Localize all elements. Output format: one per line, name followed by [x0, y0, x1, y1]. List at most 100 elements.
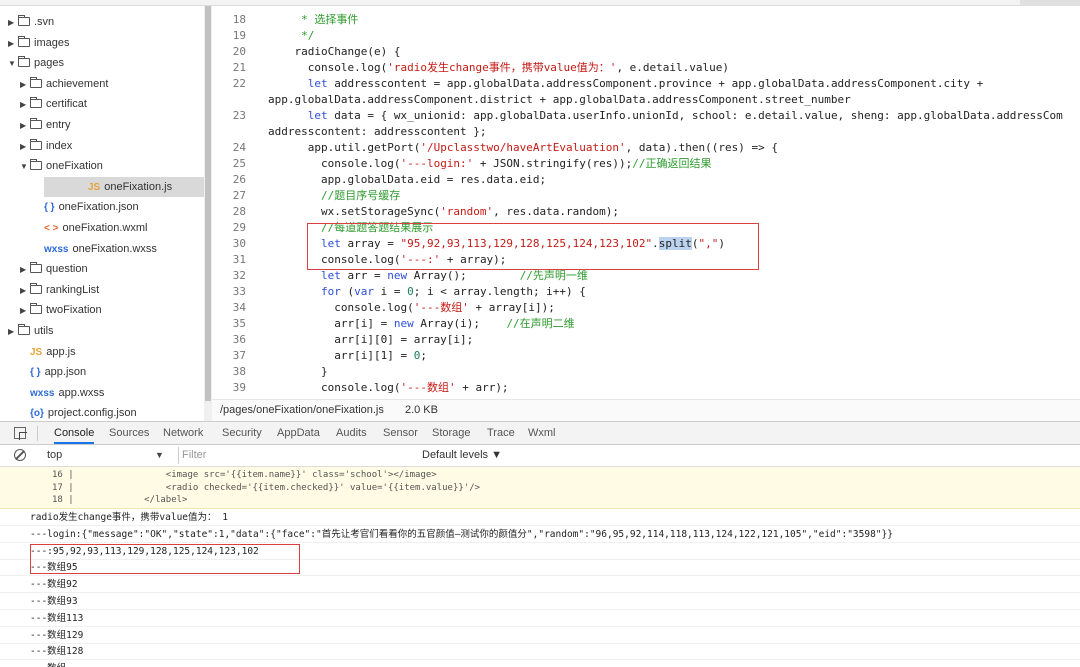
chevron-down-icon[interactable]: ▼: [20, 157, 30, 177]
tree-item-onefixation-js[interactable]: JS oneFixation.js: [44, 176, 204, 197]
tree-item-onefixation[interactable]: ▼ oneFixation: [20, 156, 103, 176]
file-tree-scrollbar[interactable]: [204, 6, 212, 421]
js-file-icon: JS: [88, 181, 101, 193]
line-number: 34: [232, 301, 246, 314]
tree-item-achievement[interactable]: ▶ achievement: [20, 74, 108, 94]
tree-item-app-js[interactable]: JS app.js: [30, 342, 76, 362]
wxss-file-icon: wxss: [30, 387, 55, 399]
code-editor[interactable]: 18 19 20 21 22 23 24 25 26 27 28 29 30 31 32 33 34 35 36 37…: [212, 6, 1080, 399]
code-line[interactable]: */: [268, 28, 314, 44]
code-line[interactable]: //题目序号缓存: [268, 188, 400, 204]
tree-item-label: oneFixation.wxss: [72, 242, 157, 255]
tree-item-certificat[interactable]: ▶ certificat: [20, 94, 87, 114]
code-line[interactable]: arr[i][1] = 0;: [268, 348, 427, 364]
tree-item-rankinglist[interactable]: ▶ rankingList: [20, 280, 99, 300]
tab-audits[interactable]: Audits: [336, 422, 367, 444]
tab-console[interactable]: Console: [54, 422, 95, 444]
tree-item-label: oneFixation.js: [104, 180, 173, 193]
tab-sources[interactable]: Sources: [109, 422, 149, 444]
code-line[interactable]: let data = { wx_unionid: app.globalData.…: [268, 108, 1063, 124]
log-levels-dropdown[interactable]: Default levels ▼: [422, 445, 502, 466]
tree-item-utils[interactable]: ▶ utils: [8, 321, 54, 341]
code-line[interactable]: console.log('---数组' + arr);: [268, 380, 509, 396]
chevron-right-icon[interactable]: ▶: [20, 260, 30, 280]
tree-item-onefixation-wxml[interactable]: < > oneFixation.wxml: [44, 218, 147, 238]
line-number: 28: [232, 205, 246, 218]
code-line[interactable]: }: [268, 364, 328, 380]
code-line[interactable]: arr[i][0] = array[i];: [268, 332, 473, 348]
tree-item-entry[interactable]: ▶ entry: [20, 115, 70, 135]
context-selector[interactable]: top: [47, 445, 62, 466]
tree-item-app-json[interactable]: { } app.json: [30, 362, 86, 382]
tree-item-index[interactable]: ▶ index: [20, 136, 72, 156]
code-line[interactable]: let addresscontent = app.globalData.addr…: [268, 76, 984, 92]
tab-appdata[interactable]: AppData: [277, 422, 320, 444]
source-snippet-line: 18 | </label>: [52, 495, 188, 505]
chevron-right-icon[interactable]: ▶: [20, 95, 30, 115]
code-line[interactable]: app.util.getPort('/Upclasstwo/haveArtEva…: [268, 140, 778, 156]
chevron-right-icon[interactable]: ▶: [8, 34, 18, 54]
tree-item-pages[interactable]: ▼ pages: [8, 53, 64, 73]
tree-item--svn[interactable]: ▶ .svn: [8, 12, 54, 32]
chevron-right-icon[interactable]: ▶: [20, 137, 30, 157]
line-number: 38: [232, 365, 246, 378]
tab-network[interactable]: Network: [163, 422, 203, 444]
console-message-row: [0, 643, 1080, 661]
code-line[interactable]: addresscontent: addresscontent };: [268, 124, 487, 140]
line-number: 23: [232, 109, 246, 122]
tree-item-question[interactable]: ▶ question: [20, 259, 88, 279]
code-line[interactable]: let arr = new Array(); //先声明一维: [268, 268, 588, 284]
console-message: ---数组129: [30, 629, 84, 641]
tree-item-twofixation[interactable]: ▶ twoFixation: [20, 300, 102, 320]
tab-wxml[interactable]: Wxml: [528, 422, 556, 444]
tab-storage[interactable]: Storage: [432, 422, 471, 444]
chevron-right-icon[interactable]: ▶: [20, 116, 30, 136]
code-line[interactable]: console.log('---login:' + JSON.stringify…: [268, 156, 712, 172]
code-line[interactable]: console.log('---数组' + array[i]);: [268, 300, 555, 316]
console-message-row: [0, 660, 1080, 667]
chevron-right-icon[interactable]: ▶: [20, 75, 30, 95]
code-line[interactable]: app.globalData.addressComponent.district…: [268, 92, 851, 108]
source-snippet-line: 16 | <image src='{{item.name}}' class='s…: [52, 470, 437, 480]
folder-icon: [30, 262, 42, 274]
line-number: 32: [232, 269, 246, 282]
clear-console-icon[interactable]: [14, 449, 26, 461]
code-line[interactable]: * 选择事件: [268, 12, 358, 28]
code-line[interactable]: console.log('radio发生change事件，携带value值为：'…: [268, 60, 729, 76]
tree-item-app-wxss[interactable]: wxss app.wxss: [30, 383, 104, 403]
tab-sensor[interactable]: Sensor: [383, 422, 418, 444]
tree-item-label: project.config.json: [47, 407, 137, 420]
tree-item-images[interactable]: ▶ images: [8, 33, 69, 53]
tree-item-onefixation-wxss[interactable]: wxss oneFixation.wxss: [44, 239, 157, 259]
folder-icon: [30, 138, 42, 150]
chevron-right-icon[interactable]: ▶: [20, 301, 30, 321]
tree-item-label: utils: [34, 325, 54, 337]
code-line[interactable]: wx.setStorageSync('random', res.data.ran…: [268, 204, 619, 220]
inspect-element-icon[interactable]: [14, 427, 26, 439]
tree-item-onefixation-json[interactable]: { } oneFixation.json: [44, 197, 139, 217]
scrollbar-thumb[interactable]: [205, 6, 211, 401]
code-line[interactable]: radioChange(e) {: [268, 44, 400, 60]
code-line[interactable]: app.globalData.eid = res.data.eid;: [268, 172, 546, 188]
tree-item-project-config-json[interactable]: {o} project.config.json: [30, 403, 137, 421]
tab-trace[interactable]: Trace: [487, 422, 515, 444]
chevron-right-icon[interactable]: ▶: [8, 13, 18, 33]
code-line[interactable]: for (var i = 0; i < array.length; i++) {: [268, 284, 586, 300]
chevron-down-icon[interactable]: ▼: [8, 54, 18, 74]
line-number: 33: [232, 285, 246, 298]
console-message-row: [0, 610, 1080, 627]
js-file-icon: JS: [30, 346, 43, 358]
tree-item-label: app.js: [46, 345, 76, 358]
tab-security[interactable]: Security: [222, 422, 262, 444]
line-number: 35: [232, 317, 246, 330]
line-number: 18: [232, 13, 246, 26]
console-message: ---数组: [30, 661, 66, 667]
code-line[interactable]: arr[i] = new Array(i); //在声明二维: [268, 316, 574, 332]
tree-item-label: certificat: [46, 98, 87, 111]
chevron-right-icon[interactable]: ▶: [8, 322, 18, 342]
chevron-right-icon[interactable]: ▶: [20, 281, 30, 301]
context-dropdown-icon[interactable]: ▼: [155, 445, 164, 466]
console-message: ---数组128: [30, 646, 84, 658]
json-file-icon: {o}: [30, 408, 44, 420]
filter-input[interactable]: Filter: [178, 447, 383, 464]
